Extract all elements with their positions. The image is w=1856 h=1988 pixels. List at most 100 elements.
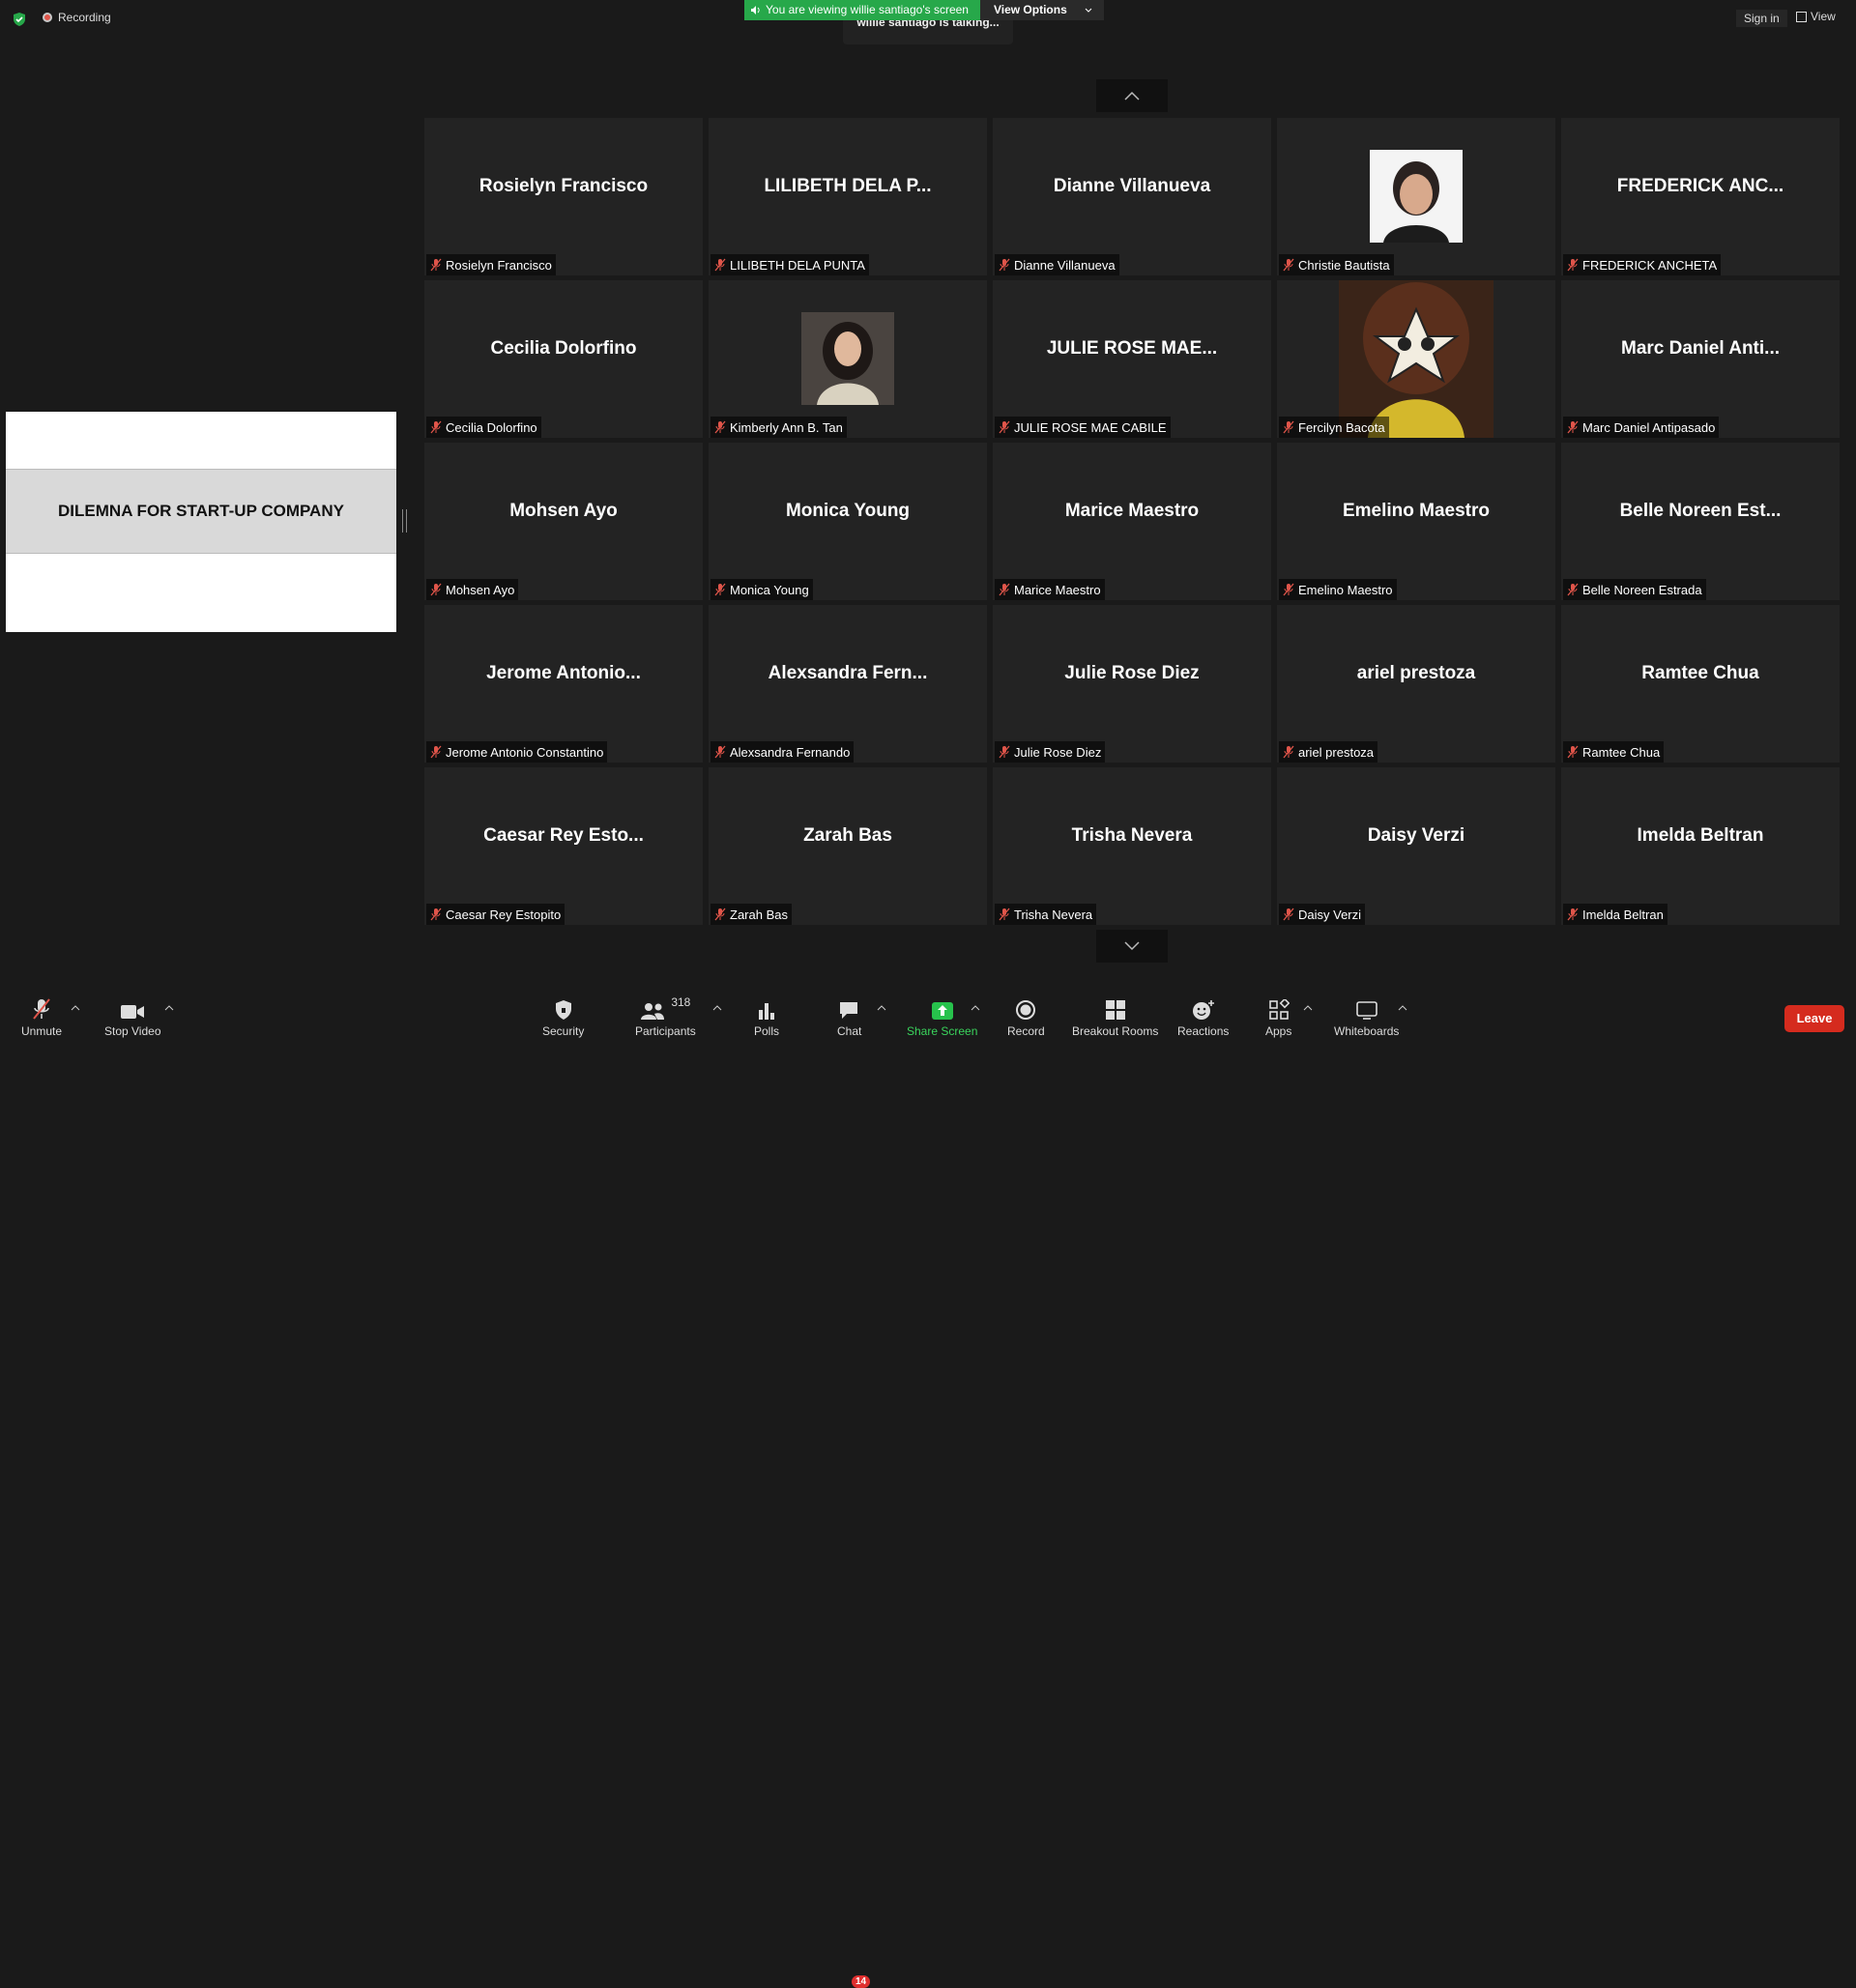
whiteboards-options-caret-icon[interactable] bbox=[1398, 1003, 1407, 1011]
participant-tile[interactable]: Alexsandra Fern... Alexsandra Fernando bbox=[709, 605, 987, 763]
reactions-button[interactable]: Reactions bbox=[1177, 995, 1229, 1038]
participant-display-name: Cecilia Dolorfino bbox=[490, 338, 637, 359]
participant-name: Jerome Antonio Constantino bbox=[446, 744, 604, 760]
participant-name: Trisha Nevera bbox=[1014, 907, 1093, 922]
muted-mic-icon bbox=[430, 908, 442, 921]
view-button[interactable]: View bbox=[1796, 10, 1836, 23]
participant-name-label: Marice Maestro bbox=[995, 579, 1105, 600]
chevron-down-icon bbox=[1085, 8, 1092, 13]
participant-name: Daisy Verzi bbox=[1298, 907, 1362, 922]
participants-button[interactable]: 318 Participants bbox=[635, 995, 696, 1038]
recording-indicator[interactable]: Recording bbox=[43, 11, 111, 24]
leave-button[interactable]: Leave bbox=[1784, 1005, 1844, 1032]
participant-display-name: LILIBETH DELA P... bbox=[764, 176, 932, 196]
stop-video-label: Stop Video bbox=[104, 1024, 161, 1038]
participant-tile[interactable]: Rosielyn Francisco Rosielyn Francisco bbox=[424, 118, 703, 275]
apps-button[interactable]: Apps bbox=[1265, 995, 1291, 1038]
reactions-smiley-icon bbox=[1192, 1000, 1214, 1020]
record-icon bbox=[1016, 1000, 1036, 1020]
muted-mic-icon bbox=[999, 908, 1010, 921]
stop-video-button[interactable]: Stop Video bbox=[104, 995, 161, 1038]
participant-tile[interactable]: Monica Young Monica Young bbox=[709, 443, 987, 600]
muted-mic-icon bbox=[430, 258, 442, 272]
participant-tile[interactable]: Belle Noreen Est... Belle Noreen Estrada bbox=[1561, 443, 1840, 600]
participant-photo bbox=[1370, 150, 1463, 243]
participant-tile[interactable]: Marc Daniel Anti... Marc Daniel Antipasad… bbox=[1561, 280, 1840, 438]
chat-options-caret-icon[interactable] bbox=[877, 1003, 886, 1011]
participant-tile[interactable]: Kimberly Ann B. Tan bbox=[709, 280, 987, 438]
participant-tile[interactable]: Imelda Beltran Imelda Beltran bbox=[1561, 767, 1840, 925]
muted-mic-icon bbox=[714, 583, 726, 596]
participant-tile[interactable]: Mohsen Ayo Mohsen Ayo bbox=[424, 443, 703, 600]
participant-tile[interactable]: Zarah Bas Zarah Bas bbox=[709, 767, 987, 925]
participant-display-name: Julie Rose Diez bbox=[1064, 663, 1200, 683]
muted-mic-icon bbox=[1283, 258, 1294, 272]
audio-options-caret-icon[interactable] bbox=[71, 1003, 80, 1011]
participant-name-label: Zarah Bas bbox=[710, 904, 792, 925]
security-shield-icon bbox=[555, 1000, 571, 1020]
gallery-page-down-button[interactable] bbox=[1096, 930, 1168, 963]
participant-tile[interactable]: Emelino Maestro Emelino Maestro bbox=[1277, 443, 1555, 600]
participant-tile[interactable]: Dianne Villanueva Dianne Villanueva bbox=[993, 118, 1271, 275]
participant-tile[interactable]: JULIE ROSE MAE... JULIE ROSE MAE CABILE bbox=[993, 280, 1271, 438]
gallery-page-up-button[interactable] bbox=[1096, 79, 1168, 112]
unmute-button[interactable]: Unmute bbox=[21, 995, 62, 1038]
participant-tile[interactable]: Trisha Nevera Trisha Nevera bbox=[993, 767, 1271, 925]
participant-tile[interactable]: Caesar Rey Esto... Caesar Rey Estopito bbox=[424, 767, 703, 925]
participant-name-label: Caesar Rey Estopito bbox=[426, 904, 566, 925]
muted-mic-icon bbox=[1567, 258, 1579, 272]
view-options-button[interactable]: View Options bbox=[979, 0, 1104, 20]
participant-tile[interactable]: Marice Maestro Marice Maestro bbox=[993, 443, 1271, 600]
participant-name-label: FREDERICK ANCHETA bbox=[1563, 254, 1722, 275]
participant-name: Mohsen Ayo bbox=[446, 582, 515, 597]
meeting-toolbar: Unmute Stop Video Security 318 Participa… bbox=[0, 982, 1856, 1988]
participant-name-label: Fercilyn Bacota bbox=[1279, 417, 1389, 438]
chat-button[interactable]: Chat bbox=[837, 995, 861, 1038]
participant-tile[interactable]: Jerome Antonio... Jerome Antonio Constant… bbox=[424, 605, 703, 763]
shared-screen[interactable]: DILEMNA FOR START-UP COMPANY bbox=[6, 412, 396, 632]
chevron-down-icon bbox=[1124, 941, 1140, 951]
security-shield-icon[interactable] bbox=[12, 12, 27, 27]
participant-display-name: FREDERICK ANC... bbox=[1616, 176, 1784, 196]
share-screen-label: Share Screen bbox=[907, 1024, 978, 1038]
sign-in-label: Sign in bbox=[1744, 12, 1780, 25]
polls-bar-chart-icon bbox=[759, 1003, 774, 1020]
participant-tile[interactable]: FREDERICK ANC... FREDERICK ANCHETA bbox=[1561, 118, 1840, 275]
polls-button[interactable]: Polls bbox=[754, 995, 779, 1038]
participant-display-name: Daisy Verzi bbox=[1367, 825, 1465, 846]
split-resize-handle[interactable] bbox=[402, 509, 407, 533]
participant-tile[interactable]: Cecilia Dolorfino Cecilia Dolorfino bbox=[424, 280, 703, 438]
participant-tile[interactable]: Daisy Verzi Daisy Verzi bbox=[1277, 767, 1555, 925]
participant-tile[interactable]: Ramtee Chua Ramtee Chua bbox=[1561, 605, 1840, 763]
breakout-rooms-button[interactable]: Breakout Rooms bbox=[1072, 995, 1158, 1038]
viewing-screen-text: You are viewing willie santiago's screen bbox=[766, 3, 969, 16]
participant-name-label: Kimberly Ann B. Tan bbox=[710, 417, 847, 438]
participants-label: Participants bbox=[635, 1024, 696, 1038]
participant-display-name: Marice Maestro bbox=[1064, 501, 1200, 521]
participant-tile[interactable]: Christie Bautista bbox=[1277, 118, 1555, 275]
muted-mic-icon bbox=[999, 745, 1010, 759]
video-options-caret-icon[interactable] bbox=[164, 1003, 174, 1011]
security-button[interactable]: Security bbox=[542, 995, 584, 1038]
participant-display-name: Zarah Bas bbox=[803, 825, 892, 846]
participant-name: JULIE ROSE MAE CABILE bbox=[1014, 419, 1167, 435]
share-screen-options-caret-icon[interactable] bbox=[971, 1003, 980, 1011]
muted-mic-icon bbox=[1283, 908, 1294, 921]
whiteboard-icon bbox=[1355, 1001, 1378, 1020]
muted-mic-icon bbox=[999, 583, 1010, 596]
record-button[interactable]: Record bbox=[1007, 995, 1045, 1038]
participant-name: Zarah Bas bbox=[730, 907, 788, 922]
participant-name: LILIBETH DELA PUNTA bbox=[730, 257, 865, 273]
participant-name: Belle Noreen Estrada bbox=[1582, 582, 1702, 597]
participant-tile[interactable]: Julie Rose Diez Julie Rose Diez bbox=[993, 605, 1271, 763]
whiteboards-button[interactable]: Whiteboards bbox=[1334, 995, 1399, 1038]
sign-in-button[interactable]: Sign in bbox=[1736, 10, 1787, 27]
participant-tile[interactable]: LILIBETH DELA P... LILIBETH DELA PUNTA bbox=[709, 118, 987, 275]
participant-name: Christie Bautista bbox=[1298, 257, 1390, 273]
participant-display-name: Mohsen Ayo bbox=[509, 501, 618, 521]
participant-tile[interactable]: ariel prestoza ariel prestoza bbox=[1277, 605, 1555, 763]
apps-options-caret-icon[interactable] bbox=[1303, 1003, 1313, 1011]
share-screen-button[interactable]: Share Screen bbox=[907, 995, 977, 1038]
participant-tile[interactable]: Fercilyn Bacota bbox=[1277, 280, 1555, 438]
participants-options-caret-icon[interactable] bbox=[712, 1003, 722, 1011]
